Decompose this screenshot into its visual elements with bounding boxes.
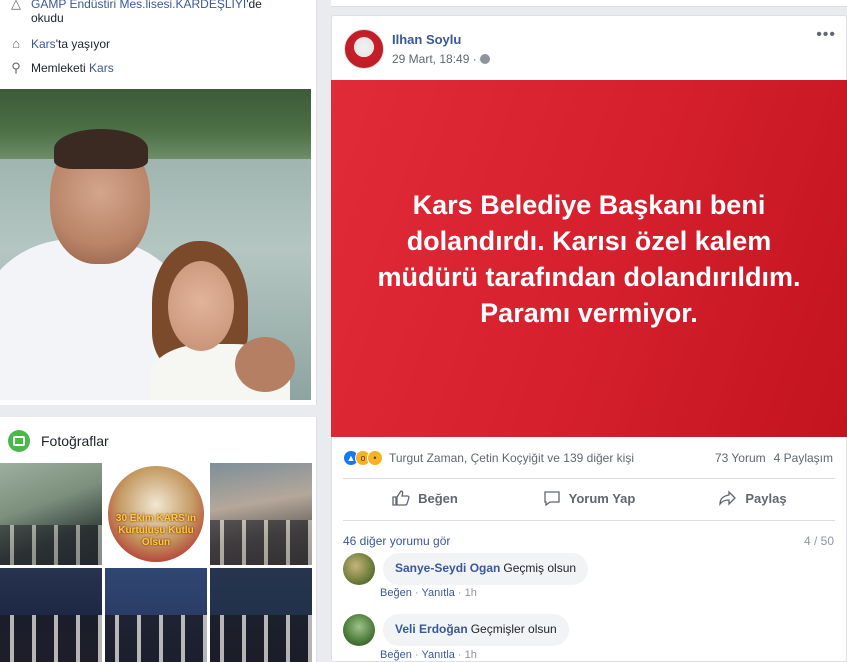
divider [343,520,835,521]
author-avatar[interactable] [344,29,384,69]
photos-title[interactable]: Fotoğraflar [41,433,109,449]
hometown-row: ⚲ Memleketi Kars [8,60,114,77]
education-link[interactable]: GAMP Endüstiri Mes.lisesi.KARDEŞLİYİ [31,0,246,11]
comment-actions: Beğen · Yanıtla · 1h [380,649,477,661]
photos-header[interactable]: Fotoğraflar [8,430,109,452]
previous-post-card [331,0,847,7]
comment-pager: 4 / 50 [803,534,834,548]
lives-city-link[interactable]: Kars [31,37,56,51]
photos-icon [8,430,30,452]
comment-actions: Beğen · Yanıtla · 1h [380,587,477,599]
thumbs-up-icon [392,490,410,506]
like-button[interactable]: Beğen [343,483,507,513]
reaction-names[interactable]: Turgut Zaman, Çetin Koçyiğit ve 139 diğe… [389,451,634,465]
comment-time[interactable]: 1h [465,649,477,661]
share-icon [719,490,737,506]
comment-text: Geçmişler olsun [470,622,557,636]
comment-bubble: Sanye-Seydi Ogan Geçmiş olsun [383,553,589,585]
photo-thumb[interactable] [0,463,102,565]
comment-time[interactable]: 1h [465,587,477,599]
commenter-name[interactable]: Veli Erdoğan [395,622,468,636]
photo-thumb[interactable]: 30 Ekim KARS'ın Kurtuluşu Kutlu Olsun [105,463,207,565]
share-button[interactable]: Paylaş [671,483,835,513]
shares-count[interactable]: 4 Paylaşım [774,451,833,465]
post-header: Ilhan Soylu 29 Mart, 18:49 · [344,29,490,69]
photo-thumb[interactable] [210,463,312,565]
sad-reaction-icon: • [367,450,383,466]
photo-caption: 30 Ekim KARS'ın Kurtuluşu Kutlu Olsun [115,513,197,548]
reactions-bar: ▲ o • Turgut Zaman, Çetin Koçyiğit ve 13… [343,448,833,468]
photo-thumb[interactable] [210,568,312,662]
commenter-avatar[interactable] [343,614,375,646]
comment: Veli Erdoğan Geçmişler olsun [343,614,569,646]
location-pin-icon: ⚲ [11,60,21,75]
post-actions: Beğen Yorum Yap Paylaş [343,483,835,513]
comment-bubble: Veli Erdoğan Geçmişler olsun [383,614,569,646]
comment-icon [543,491,560,506]
comment-button[interactable]: Yorum Yap [507,483,671,513]
photo-thumb[interactable] [105,568,207,662]
divider [343,478,835,479]
globe-icon [479,54,490,64]
comment-reply-link[interactable]: Yanıtla [421,587,454,599]
featured-photo[interactable] [0,89,311,400]
home-icon: ⌂ [12,36,20,51]
comment: Sanye-Seydi Ogan Geçmiş olsun [343,553,589,585]
comment-like-link[interactable]: Beğen [380,587,412,599]
commenter-name[interactable]: Sanye-Seydi Ogan [395,561,500,575]
education-row: △ GAMP Endüstiri Mes.lisesi.KARDEŞLİYİ'd… [8,0,262,25]
lives-row: ⌂ Kars'ta yaşıyor [8,37,110,53]
comments-count[interactable]: 73 Yorum [715,451,766,465]
post-time[interactable]: 29 Mart, 18:49 · [392,52,477,66]
comment-reply-link[interactable]: Yanıtla [421,649,454,661]
intro-card: △ GAMP Endüstiri Mes.lisesi.KARDEŞLİYİ'd… [0,0,317,405]
hometown-link[interactable]: Kars [89,61,114,75]
banner-text: Kars Belediye Başkanı beni dolandırdı. K… [377,189,801,328]
commenter-avatar[interactable] [343,553,375,585]
comment-text: Geçmiş olsun [503,561,577,575]
more-options-icon[interactable]: ••• [816,26,836,44]
view-more-comments-link[interactable]: 46 diğer yorumu gör [343,534,450,548]
graduation-cap-icon: △ [11,0,21,11]
comment-like-link[interactable]: Beğen [380,649,412,661]
post-banner: Kars Belediye Başkanı beni dolandırdı. K… [331,80,847,437]
author-name[interactable]: Ilhan Soylu [392,32,490,47]
photo-thumb[interactable] [0,568,102,662]
photos-card: Fotoğraflar 30 Ekim KARS'ın Kurtuluşu Ku… [0,417,317,662]
post-card: Ilhan Soylu 29 Mart, 18:49 · ••• Kars Be… [331,15,847,662]
post-meta: 29 Mart, 18:49 · [392,52,490,66]
